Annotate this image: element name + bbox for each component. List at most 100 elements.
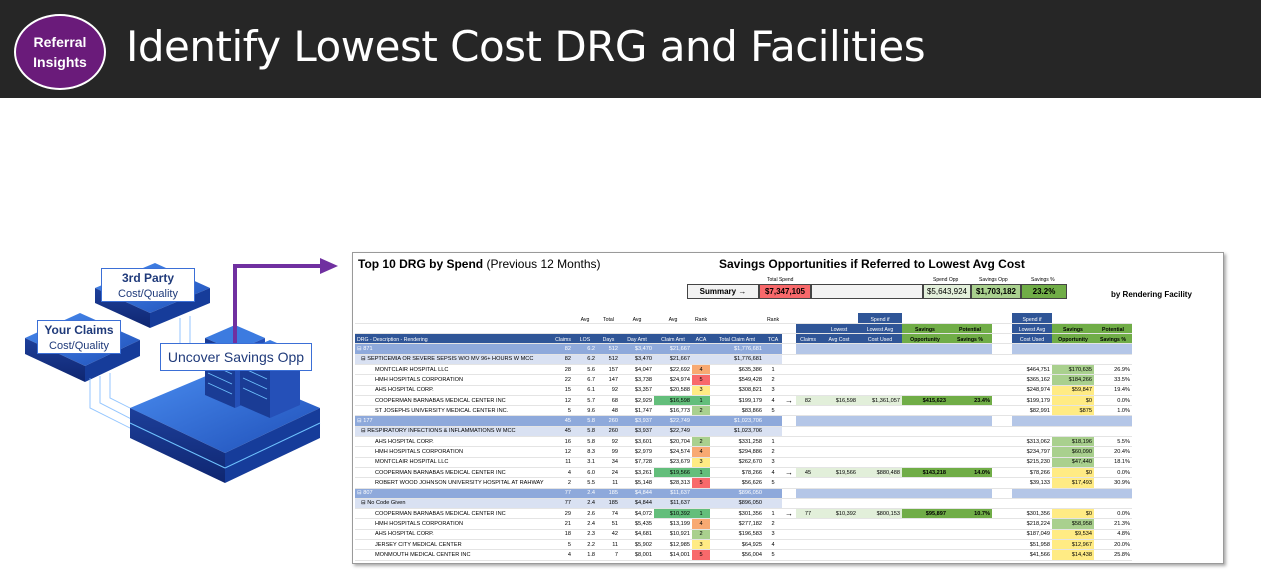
row-ref-empty xyxy=(820,426,858,438)
row-fac-savings-pct: 0.0% xyxy=(1094,467,1132,479)
row-ref-empty xyxy=(858,364,902,376)
row-ref-empty xyxy=(902,426,948,438)
row-arrow-icon xyxy=(782,415,796,427)
summary-total-spend: $7,347,105 xyxy=(759,284,811,299)
facility-row: AHS HOSPITAL CORP. 16 5.8 92 $3,601 $20,704 2 $… xyxy=(355,436,1132,448)
row-ref-empty xyxy=(858,446,902,458)
third-party-sub: Cost/Quality xyxy=(118,288,178,300)
row-fac-savings: $0 xyxy=(1052,508,1094,520)
row-gap xyxy=(992,343,1012,355)
row-total-claim-amt: $83,866 xyxy=(710,405,764,417)
row-days: 99 xyxy=(597,446,620,458)
row-fac-savings: $60,090 xyxy=(1052,446,1094,458)
row-ref-empty xyxy=(902,498,948,510)
row-fac-empty xyxy=(1094,498,1132,510)
row-arrow-icon: → xyxy=(782,508,796,520)
row-ref-empty xyxy=(948,374,992,386)
row-claim-amt: $13,199 xyxy=(654,518,692,530)
sheet-title-bold: Top 10 DRG by Spend xyxy=(358,257,484,271)
row-name: HMH HOSPITALS CORPORATION xyxy=(355,374,553,386)
drg-group-row[interactable]: ⊟ 807 77 2.4 185 $4,844 $11,637 $896,050 xyxy=(355,488,1132,499)
row-los: 6.7 xyxy=(573,374,597,386)
row-los: 2.4 xyxy=(573,488,597,499)
row-fac-empty xyxy=(1052,426,1094,438)
row-total-claim-amt: $64,925 xyxy=(710,539,764,551)
row-days: 11 xyxy=(597,539,620,551)
row-total-claim-amt: $331,258 xyxy=(710,436,764,448)
row-day-amt: $7,728 xyxy=(620,457,654,468)
row-aca-rank: 1 xyxy=(692,395,710,407)
row-claims: 11 xyxy=(553,457,573,468)
row-name: ⊟ 177 xyxy=(355,415,553,427)
row-tca-rank: 3 xyxy=(764,457,782,468)
drg-desc-row[interactable]: ⊟ RESPIRATORY INFECTIONS & INFLAMMATIONS… xyxy=(355,426,1132,438)
row-claims: 77 xyxy=(553,498,573,510)
row-tca-rank: 2 xyxy=(764,446,782,458)
hdr-avg-los: Avg xyxy=(573,313,597,324)
row-claim-amt: $22,749 xyxy=(654,415,692,427)
row-claim-amt: $16,773 xyxy=(654,405,692,417)
row-los: 5.8 xyxy=(573,415,597,427)
drg-desc-row[interactable]: ⊟ No Code Given 77 2.4 185 $4,844 $11,637 $896… xyxy=(355,498,1132,510)
row-ref-empty xyxy=(820,529,858,541)
drg-group-row[interactable]: ⊟ 177 45 5.8 260 $3,937 $22,749 $1,023,706 xyxy=(355,415,1132,427)
header-row-2: Lowest Lowest Avg Savings Potential Lowe… xyxy=(355,323,1132,335)
row-fac-savings: $170,635 xyxy=(1052,364,1094,376)
row-claim-amt: $20,704 xyxy=(654,436,692,448)
row-aca-rank: 3 xyxy=(692,457,710,468)
row-fac-empty xyxy=(1012,354,1052,365)
row-tca-rank: 4 xyxy=(764,539,782,551)
row-total-claim-amt: $196,583 xyxy=(710,529,764,541)
row-claim-amt: $23,679 xyxy=(654,457,692,468)
row-tca-rank xyxy=(764,415,782,427)
row-ref-empty xyxy=(858,457,902,468)
row-days: 157 xyxy=(597,364,620,376)
row-fac-empty xyxy=(1052,415,1094,427)
header-row-3: DRG - Description - Rendering Claims LOS… xyxy=(355,333,1132,345)
row-arrow-icon xyxy=(782,343,796,355)
row-day-amt: $4,047 xyxy=(620,364,654,376)
row-claim-amt: $20,588 xyxy=(654,385,692,396)
facility-row: HMH HOSPITALS CORPORATION 12 8.3 99 $2,979 $2… xyxy=(355,446,1132,458)
row-tca-rank xyxy=(764,498,782,510)
drg-desc-row[interactable]: ⊟ SEPTICEMIA OR SEVERE SEPSIS W/O MV 96+… xyxy=(355,354,1132,365)
row-fac-empty xyxy=(1094,343,1132,355)
row-ref-empty xyxy=(858,488,902,499)
row-fac-spend: $218,224 xyxy=(1012,518,1052,530)
facility-row: ROBERT WOOD JOHNSON UNIVERSITY HOSPITAL … xyxy=(355,477,1132,489)
row-ref-empty xyxy=(796,446,820,458)
row-claims: 12 xyxy=(553,446,573,458)
row-gap xyxy=(992,508,1012,520)
row-ref-empty xyxy=(796,457,820,468)
row-fac-savings: $17,493 xyxy=(1052,477,1094,489)
hdr-claims: Claims xyxy=(553,333,573,345)
row-total-claim-amt: $301,356 xyxy=(710,508,764,520)
row-ref-empty xyxy=(820,488,858,499)
row-ref-empty xyxy=(948,446,992,458)
row-ref-empty xyxy=(902,374,948,386)
row-ref-empty xyxy=(902,488,948,499)
row-ref-empty xyxy=(796,436,820,448)
row-tca-rank: 3 xyxy=(764,385,782,396)
row-day-amt: $3,470 xyxy=(620,343,654,355)
row-ref-empty xyxy=(858,549,902,561)
row-ref-empty xyxy=(820,498,858,510)
row-ref-lowest-cost: $16,598 xyxy=(820,395,858,407)
row-gap xyxy=(992,415,1012,427)
row-ref-empty xyxy=(948,426,992,438)
row-ref-empty xyxy=(796,498,820,510)
row-total-claim-amt: $78,266 xyxy=(710,467,764,479)
row-gap xyxy=(992,498,1012,510)
hdr-drg[interactable]: DRG - Description - Rendering xyxy=(355,333,553,345)
row-name: ⊟ No Code Given xyxy=(355,498,553,510)
facility-row: HMH HOSPITALS CORPORATION 22 6.7 147 $3,738 $… xyxy=(355,374,1132,386)
row-day-amt: $3,937 xyxy=(620,426,654,438)
row-total-claim-amt: $1,776,681 xyxy=(710,354,764,365)
row-total-claim-amt: $896,050 xyxy=(710,498,764,510)
row-ref-empty xyxy=(796,426,820,438)
row-ref-empty xyxy=(796,549,820,561)
hdr-claim-amt: Claim Amt xyxy=(654,333,692,345)
drg-group-row[interactable]: ⊟ 871 82 6.2 512 $3,470 $21,667 $1,776,681 xyxy=(355,343,1132,355)
row-claims: 82 xyxy=(553,354,573,365)
row-ref-empty xyxy=(858,498,902,510)
